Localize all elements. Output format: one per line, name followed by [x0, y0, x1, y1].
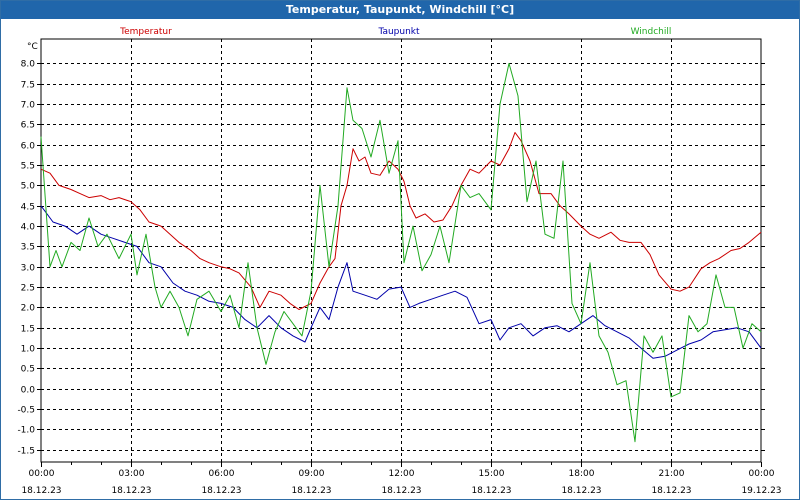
- y-tick-label: 5.5: [21, 162, 35, 172]
- x-tick-date-label: 18.12.23: [561, 486, 601, 496]
- legend: Temperatur Taupunkt Windchill: [119, 27, 671, 37]
- chart-window: Temperatur, Taupunkt, Windchill [°C] 8.0…: [0, 0, 800, 500]
- y-tick-label: -1.5: [17, 447, 35, 457]
- y-tick-label: 0.5: [21, 365, 35, 375]
- line-chart: 8.0 7.5 7.0 6.5 6.0 5.5 5.0 4.5 4.0 3.5 3.0 2.5 2.0 1…: [17, 27, 781, 496]
- y-tick-label: 2.5: [21, 284, 35, 294]
- x-tick-date-label: 18.12.23: [201, 486, 241, 496]
- x-tick-time-label: 00:00: [29, 469, 55, 479]
- legend-label-temperatur: Temperatur: [119, 27, 172, 37]
- series-line-windchill: [40, 62, 762, 443]
- x-tick-time-label: 21:00: [659, 469, 685, 479]
- y-tick-label: 3.5: [21, 243, 35, 253]
- legend-label-taupunkt: Taupunkt: [377, 27, 420, 37]
- x-tick-time-label: 15:00: [479, 469, 505, 479]
- x-tick-date-label: 19.12.23: [741, 486, 781, 496]
- x-tick-date-label: 18.12.23: [651, 486, 691, 496]
- x-axis-labels: 00:00 18.12.23 03:00 18.12.23 06:00 18.12.23 0…: [21, 469, 781, 496]
- series-lines: [40, 62, 762, 443]
- x-tick-date-label: 18.12.23: [21, 486, 61, 496]
- x-tick-time-label: 06:00: [209, 469, 235, 479]
- y-tick-label: -0.5: [17, 406, 35, 416]
- x-tick-date-label: 18.12.23: [381, 486, 421, 496]
- y-axis-unit: °C: [27, 42, 38, 52]
- y-tick-label: 2.0: [21, 304, 36, 314]
- x-tick-time-label: 03:00: [119, 469, 145, 479]
- y-tick-label: 0.0: [21, 386, 36, 396]
- y-tick-label: 1.5: [21, 325, 35, 335]
- legend-label-windchill: Windchill: [631, 27, 672, 37]
- y-tick-label: 7.0: [21, 101, 36, 111]
- x-tick-time-label: 00:00: [749, 469, 775, 479]
- x-tick-time-label: 09:00: [299, 469, 325, 479]
- y-tick-label: 7.5: [21, 81, 35, 91]
- y-tick-label: 8.0: [21, 60, 36, 70]
- y-tick-label: -1.0: [17, 426, 35, 436]
- axes: [37, 38, 765, 467]
- y-tick-label: 6.0: [21, 142, 36, 152]
- y-axis-labels: 8.0 7.5 7.0 6.5 6.0 5.5 5.0 4.5 4.0 3.5 3.0 2.5 2.0 1…: [17, 60, 35, 457]
- y-tick-label: 1.0: [21, 345, 36, 355]
- y-tick-label: 3.0: [21, 264, 36, 274]
- y-tick-label: 5.0: [21, 182, 36, 192]
- x-tick-time-label: 18:00: [569, 469, 595, 479]
- x-tick-time-label: 12:00: [389, 469, 415, 479]
- y-tick-label: 6.5: [21, 121, 35, 131]
- x-tick-date-label: 18.12.23: [471, 486, 511, 496]
- x-tick-date-label: 18.12.23: [291, 486, 331, 496]
- y-tick-label: 4.0: [21, 223, 36, 233]
- x-tick-date-label: 18.12.23: [111, 486, 151, 496]
- y-tick-label: 4.5: [21, 203, 35, 213]
